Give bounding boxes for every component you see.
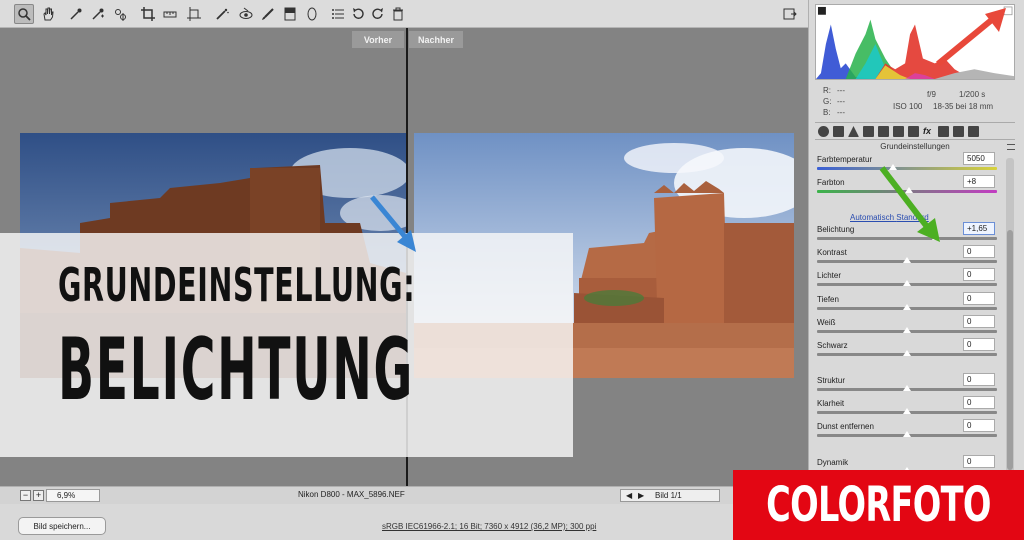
basic-tab-icon[interactable] bbox=[818, 126, 829, 137]
headline-line-2: BELICHTUNG bbox=[58, 320, 414, 420]
slider-thumb[interactable] bbox=[904, 187, 913, 193]
slider-label: Dunst entfernen bbox=[817, 422, 874, 431]
shutter: 1/200 s bbox=[959, 90, 986, 99]
file-name: Nikon D800 - MAX_5896.NEF bbox=[298, 490, 405, 499]
panel-menu-icon[interactable] bbox=[1007, 144, 1015, 150]
hand-icon[interactable] bbox=[38, 4, 58, 24]
aperture: f/9 bbox=[927, 90, 936, 99]
slider-label: Belichtung bbox=[817, 225, 855, 234]
slider-value-field[interactable]: 0 bbox=[963, 268, 995, 281]
slider-label: Struktur bbox=[817, 376, 846, 385]
slider-value-field[interactable]: 0 bbox=[963, 338, 995, 351]
workflow-options-link[interactable]: sRGB IEC61966-2.1; 16 Bit; 7360 x 4912 (… bbox=[382, 522, 596, 531]
slider-thumb[interactable] bbox=[888, 164, 897, 170]
panel-tabs: fx bbox=[815, 122, 1015, 140]
before-label[interactable]: Vorher bbox=[352, 31, 404, 48]
adjustment-brush-icon[interactable] bbox=[258, 4, 278, 24]
color-sampler-icon[interactable] bbox=[88, 4, 108, 24]
slider-thumb[interactable] bbox=[903, 385, 911, 391]
right-panel: R: --- G: --- B: --- f/9 1/200 s ISO 100… bbox=[808, 0, 1024, 504]
transform-icon[interactable] bbox=[184, 4, 204, 24]
lens: 18-35 bei 18 mm bbox=[933, 102, 994, 111]
slider-thumb[interactable] bbox=[931, 234, 940, 240]
trash-icon[interactable] bbox=[388, 4, 408, 24]
detail-tab-icon[interactable] bbox=[848, 126, 859, 137]
presets-icon[interactable] bbox=[328, 4, 348, 24]
fullscreen-icon[interactable] bbox=[780, 4, 800, 24]
rotate-left-icon[interactable] bbox=[348, 4, 368, 24]
slider-label: Tiefen bbox=[817, 295, 839, 304]
slider-thumb[interactable] bbox=[903, 350, 911, 356]
slider-value-field[interactable]: +8 bbox=[963, 175, 995, 188]
target-adjustment-icon[interactable] bbox=[110, 4, 130, 24]
histogram bbox=[815, 4, 1015, 80]
preview-bar: − + 6,9% Nikon D800 - MAX_5896.NEF ◀ ▶ B… bbox=[0, 486, 808, 504]
calibration-tab-icon[interactable] bbox=[938, 126, 949, 137]
camera-readout: R: --- G: --- B: --- f/9 1/200 s ISO 100… bbox=[823, 86, 994, 117]
white-balance-eyedropper-icon[interactable] bbox=[66, 4, 86, 24]
page-indicator: Bild 1/1 bbox=[655, 491, 682, 500]
colorfoto-logo: COLORFOTO bbox=[733, 470, 1024, 540]
slider-thumb[interactable] bbox=[903, 327, 911, 333]
slider-value-field[interactable]: +1,65 bbox=[963, 222, 995, 235]
slider-track[interactable] bbox=[817, 167, 997, 170]
slider-value-field[interactable]: 0 bbox=[963, 245, 995, 258]
graduated-filter-icon[interactable] bbox=[280, 4, 300, 24]
effects-tab-icon[interactable] bbox=[908, 126, 919, 137]
slider-value-field[interactable]: 0 bbox=[963, 315, 995, 328]
slider-thumb[interactable] bbox=[903, 431, 911, 437]
radial-filter-icon[interactable] bbox=[302, 4, 322, 24]
slider-value-field[interactable]: 0 bbox=[963, 419, 995, 432]
slider-thumb[interactable] bbox=[903, 257, 911, 263]
panel-scrollbar-thumb[interactable] bbox=[1007, 230, 1013, 470]
zoom-select[interactable]: 6,9% bbox=[46, 489, 100, 502]
zoom-icon[interactable] bbox=[14, 4, 34, 24]
slider-label: Schwarz bbox=[817, 341, 848, 350]
slider-value-field[interactable]: 0 bbox=[963, 396, 995, 409]
slider-thumb[interactable] bbox=[903, 408, 911, 414]
lens-tab-icon[interactable] bbox=[893, 126, 904, 137]
slider-value-field[interactable]: 0 bbox=[963, 455, 995, 468]
slider-label: Kontrast bbox=[817, 248, 847, 257]
headline-line-1: GRUNDEINSTELLUNG: bbox=[58, 258, 416, 312]
presets-tab-icon[interactable] bbox=[953, 126, 964, 137]
toolbar bbox=[0, 0, 808, 28]
spot-removal-icon[interactable] bbox=[212, 4, 232, 24]
slider-label: Klarheit bbox=[817, 399, 845, 408]
slider-value-field[interactable]: 0 bbox=[963, 373, 995, 386]
slider-thumb[interactable] bbox=[903, 304, 911, 310]
crop-icon[interactable] bbox=[138, 4, 158, 24]
zoom-out-button[interactable]: − bbox=[20, 490, 31, 501]
prev-image-button[interactable]: ◀ bbox=[626, 491, 632, 500]
red-eye-icon[interactable] bbox=[236, 4, 256, 24]
slider-label: Farbton bbox=[817, 178, 845, 187]
next-image-button[interactable]: ▶ bbox=[638, 491, 644, 500]
save-image-button[interactable]: Bild speichern... bbox=[18, 517, 106, 535]
logo-text: COLORFOTO bbox=[766, 477, 991, 533]
slider-label: Farbtemperatur bbox=[817, 155, 873, 164]
slider-label: Dynamik bbox=[817, 458, 849, 467]
slider-label: Lichter bbox=[817, 271, 842, 280]
section-title: Grundeinstellungen bbox=[880, 142, 950, 151]
straighten-icon[interactable] bbox=[160, 4, 180, 24]
image-pager: ◀ ▶ Bild 1/1 bbox=[620, 489, 720, 502]
fx-tab-icon[interactable]: fx bbox=[923, 126, 934, 137]
split-toning-tab-icon[interactable] bbox=[878, 126, 889, 137]
iso: ISO 100 bbox=[893, 102, 923, 111]
slider-value-field[interactable]: 0 bbox=[963, 292, 995, 305]
slider-track[interactable] bbox=[817, 237, 997, 240]
slider-thumb[interactable] bbox=[903, 280, 911, 286]
zoom-in-button[interactable]: + bbox=[33, 490, 44, 501]
after-label[interactable]: Nachher bbox=[409, 31, 463, 48]
snapshots-tab-icon[interactable] bbox=[968, 126, 979, 137]
rotate-right-icon[interactable] bbox=[368, 4, 388, 24]
slider-label: Weiß bbox=[817, 318, 836, 327]
slider-value-field[interactable]: 5050 bbox=[963, 152, 995, 165]
hsl-tab-icon[interactable] bbox=[863, 126, 874, 137]
tone-curve-tab-icon[interactable] bbox=[833, 126, 844, 137]
auto-link[interactable]: Automatisch Standard bbox=[850, 213, 929, 222]
